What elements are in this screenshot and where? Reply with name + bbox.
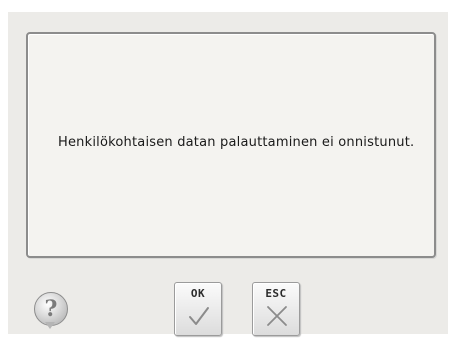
checkmark-icon — [189, 307, 209, 325]
esc-button[interactable]: ESC — [252, 282, 300, 336]
close-icon — [267, 306, 287, 326]
question-icon: ? — [44, 296, 58, 322]
error-message: Henkilökohtaisen datan palauttaminen ei … — [58, 135, 415, 150]
esc-button-label: ESC — [265, 287, 287, 300]
speech-bubble-tail — [45, 322, 55, 329]
help-button[interactable]: ? — [34, 292, 68, 329]
error-screen: Henkilökohtaisen datan palauttaminen ei … — [8, 12, 448, 336]
ok-button[interactable]: OK — [174, 282, 222, 336]
ok-button-label: OK — [190, 287, 206, 300]
message-panel: Henkilökohtaisen datan palauttaminen ei … — [26, 32, 436, 258]
